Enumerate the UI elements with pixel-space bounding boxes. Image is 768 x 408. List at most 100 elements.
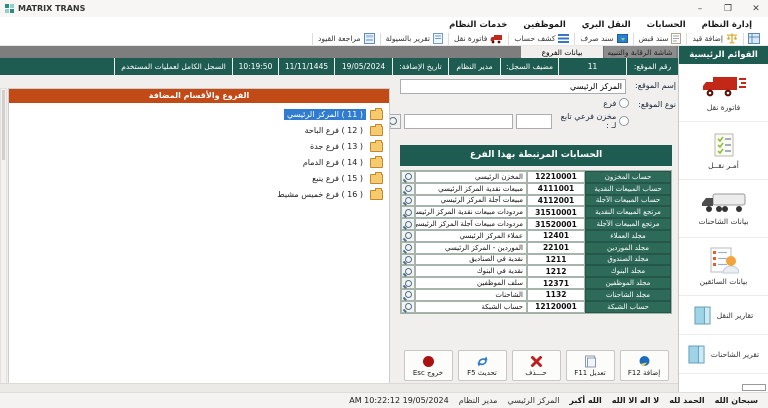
toolbar-receipt-voucher[interactable]: سند قبض	[633, 33, 687, 45]
tree-item-yanbu-branch[interactable]: ( 15 ) فرع ينبع	[15, 170, 383, 186]
tree-item-dammam-branch[interactable]: ( 14 ) فرع الدمام	[15, 154, 383, 170]
exit-button[interactable]: خروج Esc	[404, 350, 453, 381]
parent-branch-name-input[interactable]	[404, 114, 513, 129]
sidebar: القوائم الرئيسية فاتورة نقل أمـر نقــل ب…	[678, 46, 768, 392]
toolbar-liquidity-report[interactable]: تقرير بالسيولة	[380, 33, 448, 45]
refresh-icon	[476, 355, 489, 368]
edit-button[interactable]: تعديل F11	[566, 350, 615, 381]
linked-accounts-header: الحسابات المرتبطة بهذا الفرع	[400, 145, 672, 166]
sidebar-item-transport-invoice[interactable]: فاتورة نقل	[679, 64, 768, 122]
toolbar: إضافة قيد سند قبض سند صرف كشف حساب فاتور…	[0, 32, 768, 46]
search-icon	[405, 173, 412, 180]
add-date-label: تاريخ الإضافة:	[392, 58, 448, 75]
branch-radio[interactable]	[619, 98, 629, 108]
search-icon	[405, 268, 412, 275]
tab-strip: شاشة الرقابة والتنبيه بيانات الفروع	[0, 46, 678, 58]
close-button[interactable]: ✕	[749, 4, 763, 14]
title-bar: MATRIX TRANS – ❐ ✕	[0, 0, 768, 17]
sidebar-header: القوائم الرئيسية	[679, 46, 768, 64]
toolbar-account-statement[interactable]: كشف حساب	[508, 33, 574, 45]
report-book-icon	[694, 306, 711, 325]
tree-item-main-center[interactable]: ( 11 ) المركز الرئيسي	[15, 106, 383, 122]
toolbar-add-entry[interactable]: إضافة قيد	[686, 33, 743, 45]
refresh-button[interactable]: تحديث F5	[458, 350, 507, 381]
table-row: حساب الشبكة 12120001 حساب الشبكة	[401, 301, 671, 313]
account-search-button[interactable]	[401, 183, 415, 195]
record-host-label: مضيف السجل:	[500, 58, 558, 75]
gregorian-date: 19/05/2024	[334, 58, 392, 75]
toolbar-transport-invoice[interactable]: فاتورة نقل	[448, 33, 508, 45]
toolbar-payment-voucher[interactable]: سند صرف	[574, 33, 632, 45]
account-search-button[interactable]	[401, 218, 415, 230]
minimize-button[interactable]: –	[693, 4, 707, 14]
record-info-bar: رقم الموقع: 11 مضيف السجل: مدير النظام ت…	[0, 58, 678, 75]
maximize-button[interactable]: ❐	[721, 4, 735, 14]
branch-radio-label: فرع	[603, 99, 616, 108]
delete-button[interactable]: حـــذف	[512, 350, 561, 381]
sidebar-item-transport-order[interactable]: أمـر نقــل	[679, 122, 768, 180]
delete-x-icon	[530, 355, 543, 368]
site-name-input[interactable]	[400, 79, 626, 94]
search-icon	[405, 232, 412, 239]
sidebar-item-drivers-data[interactable]: بيانات السائقين	[679, 238, 768, 296]
search-icon	[389, 117, 397, 125]
account-search-button[interactable]	[401, 265, 415, 277]
menu-bar: إدارة النظام الحسابات النقل البري الموظف…	[0, 17, 768, 32]
panel-toggle-button[interactable]	[743, 33, 764, 45]
table-row: حساب المخزون 12210001 المخزن الرئيسي	[401, 171, 671, 183]
search-icon	[405, 221, 412, 228]
account-search-button[interactable]	[401, 301, 415, 313]
mini-input[interactable]	[742, 384, 766, 391]
account-search-button[interactable]	[401, 277, 415, 289]
account-search-button[interactable]	[401, 254, 415, 266]
table-row: مجلد الصندوق 1211 نقدية في الصناديق	[401, 254, 671, 266]
search-icon	[405, 209, 412, 216]
folder-icon	[370, 110, 383, 120]
sidebar-item-transport-reports[interactable]: تقارير النقل	[679, 296, 768, 335]
tree-item-baha-branch[interactable]: ( 12 ) فرع الباحة	[15, 122, 383, 138]
truck-icon	[490, 34, 503, 44]
sidebar-item-trucks-report[interactable]: تقرير الشاحنات	[679, 335, 768, 374]
scrollbar-thumb[interactable]	[2, 90, 5, 160]
search-icon	[405, 244, 412, 251]
search-icon	[405, 197, 412, 204]
report-book-icon	[688, 345, 705, 364]
menu-land-transport[interactable]: النقل البري	[574, 20, 639, 30]
menu-accounts[interactable]: الحسابات	[639, 20, 694, 30]
table-row: مجلد البنوك 1212 نقدية في البنوك	[401, 265, 671, 277]
table-row: مرتجع المبيعات النقدية 31510001 مردودات …	[401, 206, 671, 218]
tab-branches-data[interactable]: بيانات الفروع	[521, 46, 603, 58]
truck-icon	[699, 192, 749, 214]
tree-item-khamis-branch[interactable]: ( 16 ) فرع خميس مشيط	[15, 186, 383, 202]
tree-scrollbar[interactable]	[0, 88, 7, 384]
toolbar-review-entries[interactable]: مراجعة القيود	[312, 33, 380, 45]
account-search-button[interactable]	[401, 242, 415, 254]
red-truck-icon	[701, 74, 747, 100]
menu-system-admin[interactable]: إدارة النظام	[694, 20, 760, 30]
substore-radio[interactable]	[619, 116, 629, 126]
account-search-button[interactable]	[401, 289, 415, 301]
status-current-branch: المركز الرئيسي	[507, 396, 559, 405]
account-search-button[interactable]	[401, 206, 415, 218]
window-title: MATRIX TRANS	[18, 4, 85, 13]
table-row: حساب المبيعات النقدية 4111001 مبيعات نقد…	[401, 183, 671, 195]
tab-control-screen[interactable]: شاشة الرقابة والتنبيه	[603, 46, 676, 58]
review-icon	[364, 33, 375, 44]
tree-item-jeddah-branch[interactable]: ( 13 ) فرع جدة	[15, 138, 383, 154]
full-log-button[interactable]: السجل الكامل لعمليات المستخدم	[114, 58, 232, 75]
add-button[interactable]: إضافة F12	[620, 350, 669, 381]
substore-radio-label: مخزن فرعي تابع لـ :	[555, 112, 617, 130]
account-search-button[interactable]	[401, 171, 415, 183]
parent-branch-no-input[interactable]	[516, 114, 552, 129]
scales-icon	[726, 33, 738, 44]
account-search-button[interactable]	[401, 195, 415, 207]
statement-icon	[558, 33, 569, 44]
report-icon	[433, 33, 443, 44]
sidebar-item-trucks-data[interactable]: بيانات الشاحنات	[679, 180, 768, 238]
search-icon	[405, 280, 412, 287]
bottom-strip	[0, 383, 678, 392]
account-search-button[interactable]	[401, 230, 415, 242]
menu-employees[interactable]: الموظفين	[515, 20, 573, 30]
record-host-value: مدير النظام	[448, 58, 500, 75]
menu-system-services[interactable]: خدمات النظام	[441, 20, 515, 30]
